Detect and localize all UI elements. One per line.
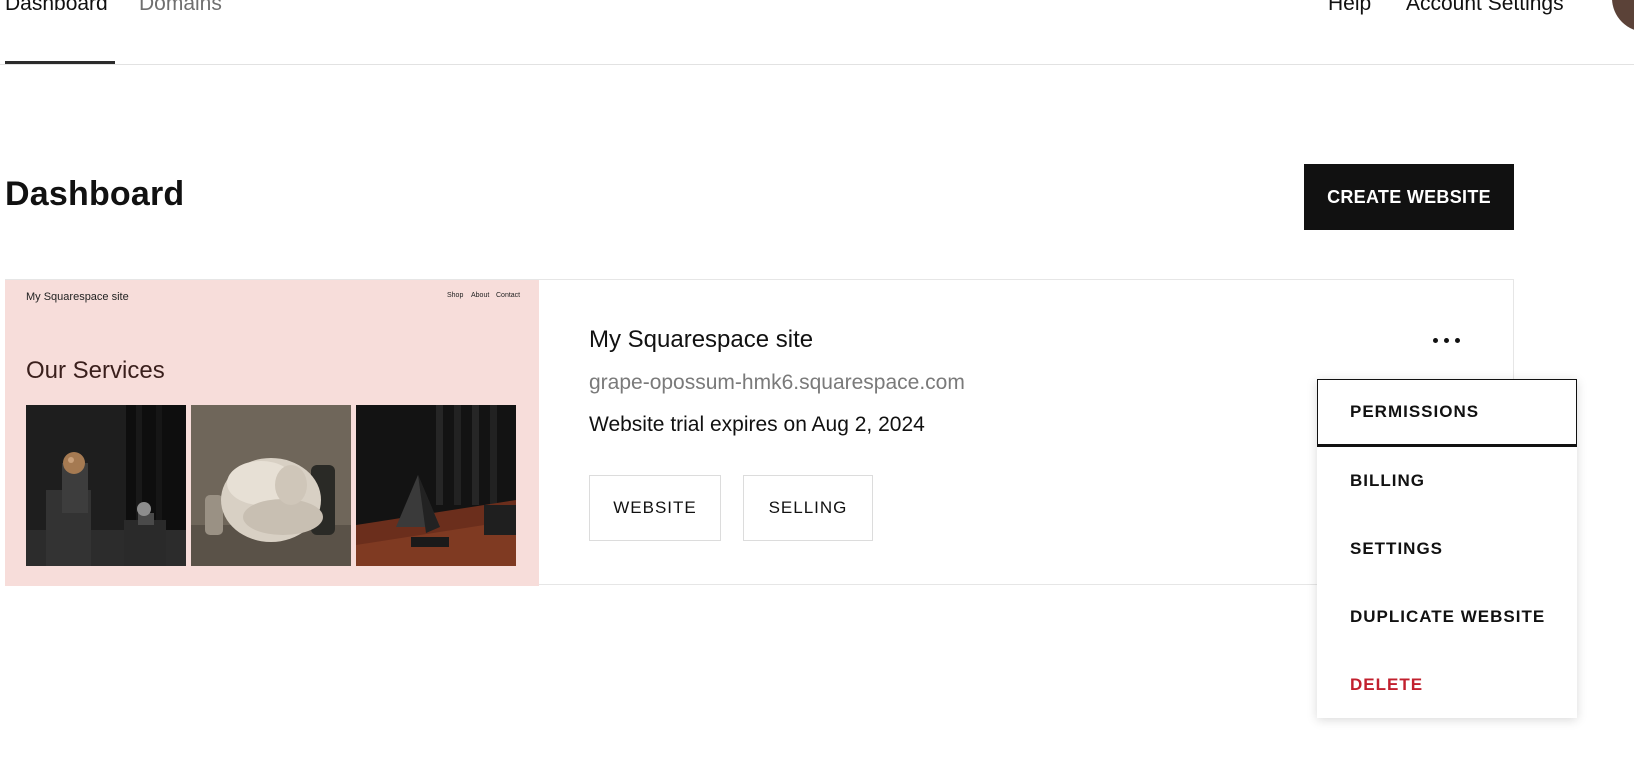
thumbnail-image-pyramid bbox=[356, 405, 516, 566]
thumbnail-nav-about: About bbox=[471, 292, 490, 299]
site-card: My Squarespace site Shop About Contact O… bbox=[5, 279, 1514, 586]
trial-status: Website trial expires on Aug 2, 2024 bbox=[589, 413, 925, 436]
thumbnail-image-sculptures bbox=[26, 405, 186, 566]
menu-item-permissions[interactable]: PERMISSIONS bbox=[1317, 379, 1577, 447]
avatar[interactable] bbox=[1612, 0, 1634, 32]
top-nav: Dashboard Domains Help Account Settings bbox=[0, 0, 1634, 65]
thumbnail-nav-contact: Contact bbox=[496, 292, 521, 299]
menu-item-duplicate-website[interactable]: DUPLICATE WEBSITE bbox=[1317, 583, 1577, 651]
more-options-button[interactable] bbox=[1421, 325, 1471, 355]
page-title: Dashboard bbox=[5, 175, 185, 213]
menu-item-delete[interactable]: DELETE bbox=[1317, 651, 1577, 719]
site-thumbnail[interactable]: My Squarespace site Shop About Contact O… bbox=[5, 280, 539, 586]
selling-button[interactable]: SELLING bbox=[743, 475, 873, 541]
help-link[interactable]: Help bbox=[1328, 0, 1371, 16]
tab-domains[interactable]: Domains bbox=[139, 0, 222, 16]
site-options-menu: PERMISSIONS BILLING SETTINGS DUPLICATE W… bbox=[1317, 379, 1577, 718]
active-tab-indicator bbox=[5, 61, 115, 64]
menu-item-settings[interactable]: SETTINGS bbox=[1317, 515, 1577, 583]
tab-dashboard[interactable]: Dashboard bbox=[5, 0, 108, 16]
thumbnail-site-title: My Squarespace site bbox=[26, 291, 129, 303]
account-settings-link[interactable]: Account Settings bbox=[1406, 0, 1564, 16]
menu-item-billing[interactable]: BILLING bbox=[1317, 447, 1577, 515]
ellipsis-icon bbox=[1432, 337, 1438, 343]
thumbnail-image-chair bbox=[191, 405, 351, 566]
thumbnail-heading: Our Services bbox=[26, 357, 165, 384]
site-name[interactable]: My Squarespace site bbox=[589, 326, 813, 354]
website-button[interactable]: WEBSITE bbox=[589, 475, 721, 541]
thumbnail-nav-shop: Shop bbox=[447, 292, 464, 299]
site-url[interactable]: grape-opossum-hmk6.squarespace.com bbox=[589, 371, 965, 395]
create-website-button[interactable]: CREATE WEBSITE bbox=[1304, 164, 1514, 230]
